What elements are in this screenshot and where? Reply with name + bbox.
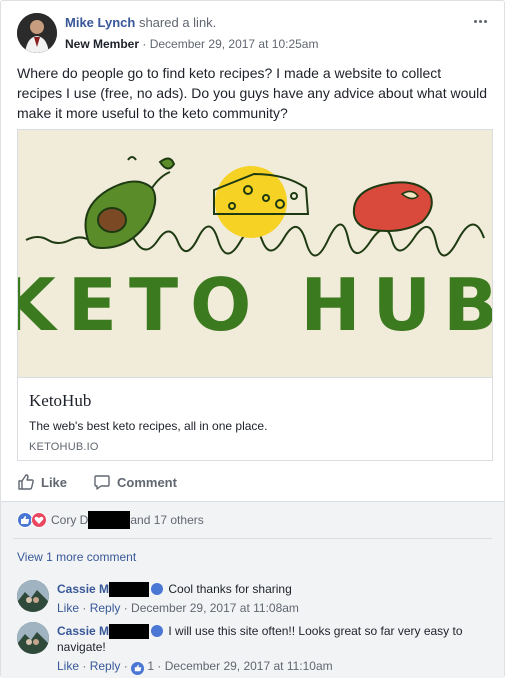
- author-name[interactable]: Mike Lynch: [65, 15, 135, 30]
- comment-text: Cool thanks for sharing: [168, 582, 292, 596]
- post-timestamp[interactable]: December 29, 2017 at 10:25am: [150, 37, 319, 51]
- shared-text: shared a: [138, 15, 190, 30]
- meta-separator: ·: [79, 659, 90, 674]
- post-meta: New Member · December 29, 2017 at 10:25a…: [65, 37, 318, 51]
- commenter-name[interactable]: Cassie M: [57, 582, 109, 596]
- like-button[interactable]: Like: [17, 469, 67, 495]
- keto-hub-logo-illustration: KETO HUB: [18, 130, 492, 377]
- keto-hub-text: KETO HUB: [18, 263, 492, 347]
- link-domain: KETOHUB.IO: [29, 441, 99, 453]
- comment-button[interactable]: Comment: [93, 469, 177, 495]
- link-title[interactable]: KetoHub: [29, 391, 91, 411]
- shared-link[interactable]: link.: [193, 15, 216, 30]
- link-preview-info[interactable]: KetoHub The web's best keto recipes, all…: [18, 377, 492, 460]
- like-label: Like: [41, 474, 68, 490]
- like-reaction-icon: [131, 661, 145, 675]
- view-more-comments-link[interactable]: View 1 more comment: [17, 550, 136, 564]
- post-header: Mike Lynch shared a link. New Member · D…: [17, 13, 492, 55]
- verified-badge-icon: [151, 583, 164, 595]
- verified-badge-icon: [151, 625, 164, 637]
- meta-separator: ·: [120, 659, 132, 674]
- link-preview-card[interactable]: KETO HUB KetoHub The web's best keto rec…: [17, 129, 493, 461]
- author-avatar-image: [17, 13, 57, 53]
- post-card: Mike Lynch shared a link. New Member · D…: [0, 0, 505, 678]
- redacted-name: [88, 511, 131, 529]
- comment-timestamp[interactable]: December 29, 2017 at 11:10am: [165, 659, 333, 673]
- more-options-icon[interactable]: [474, 15, 490, 27]
- reactor-name[interactable]: Cory D: [51, 513, 88, 527]
- author-avatar[interactable]: [17, 13, 57, 53]
- commenter-name[interactable]: Cassie M: [57, 624, 109, 638]
- link-description: The web's best keto recipes, all in one …: [29, 419, 268, 433]
- comment-bubble-icon: [94, 475, 110, 490]
- meta-separator: ·: [79, 601, 90, 616]
- redacted-name: [109, 624, 150, 640]
- author-line: Mike Lynch shared a link.: [65, 15, 216, 30]
- meta-separator: ·: [139, 37, 150, 51]
- comment-meta: Like · Reply · December 29, 2017 at 11:0…: [57, 600, 492, 616]
- comment-label: Comment: [117, 474, 177, 490]
- comment-body: Cassie M Cool thanks for sharing Like · …: [57, 581, 492, 616]
- link-preview-image[interactable]: KETO HUB: [18, 130, 492, 377]
- post-text: Where do people go to find keto recipes?…: [17, 65, 488, 121]
- comment-like-link[interactable]: Like: [57, 601, 79, 615]
- comment-like-link[interactable]: Like: [57, 659, 79, 673]
- thumbs-up-icon: [18, 474, 34, 490]
- love-reaction-icon: [31, 512, 47, 528]
- commenter-avatar[interactable]: [17, 622, 49, 654]
- comment-reply-link[interactable]: Reply: [90, 601, 121, 615]
- comment-meta: Like · Reply · 1 · December 29, 2017 at …: [57, 658, 492, 675]
- comment-reply-link[interactable]: Reply: [90, 659, 121, 673]
- commenter-avatar[interactable]: [17, 580, 49, 612]
- meta-separator: ·: [154, 659, 165, 674]
- comment-body: Cassie M I will use this site often!! Lo…: [57, 623, 492, 675]
- redacted-name: [109, 582, 150, 598]
- comment-timestamp[interactable]: December 29, 2017 at 11:08am: [131, 601, 299, 615]
- reactions-summary[interactable]: Cory D and 17 others: [17, 511, 204, 529]
- reactions-divider: [13, 538, 492, 539]
- reactions-others[interactable]: and 17 others: [130, 513, 203, 527]
- post-actions: Like Comment: [17, 469, 490, 495]
- member-badge: New Member: [65, 37, 140, 51]
- meta-separator: ·: [120, 601, 132, 616]
